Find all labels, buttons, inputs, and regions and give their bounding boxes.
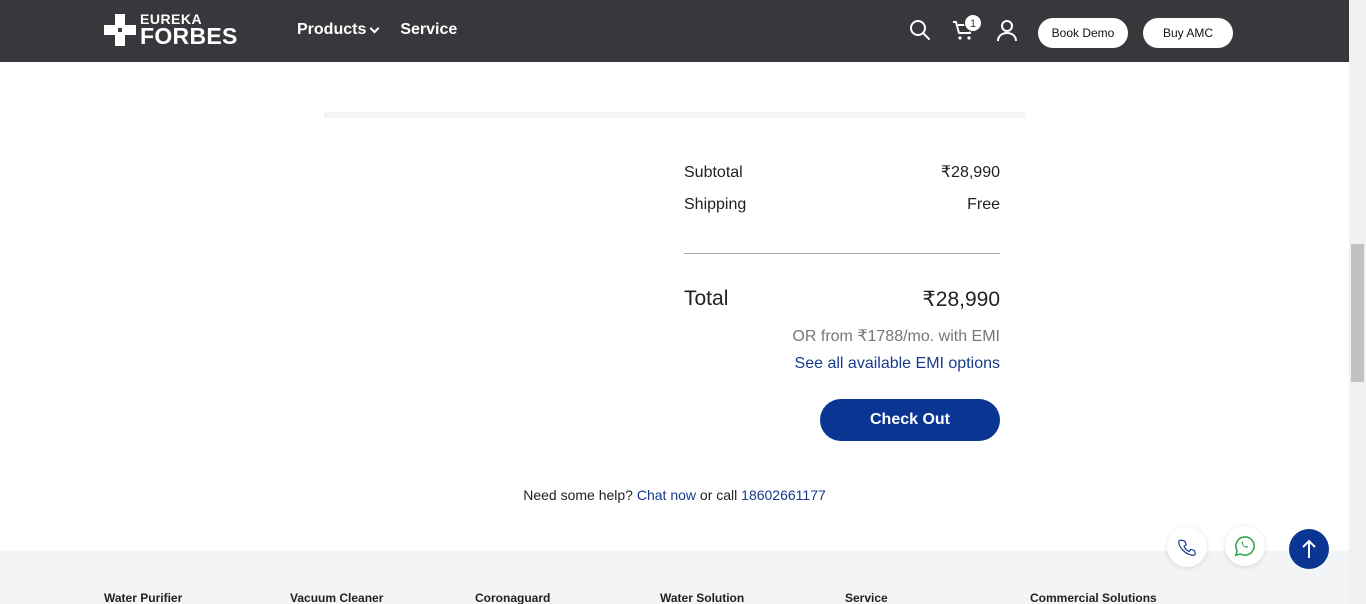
phone-number-link[interactable]: 18602661177 bbox=[741, 487, 826, 503]
arrow-up-icon bbox=[1302, 539, 1316, 558]
footer-col-water-solution[interactable]: Water Solution bbox=[660, 591, 744, 604]
checkout-button[interactable]: Check Out bbox=[820, 399, 1000, 441]
help-prefix: Need some help? bbox=[523, 487, 633, 503]
phone-call-button[interactable] bbox=[1167, 527, 1207, 567]
scroll-to-top-button[interactable] bbox=[1289, 529, 1329, 569]
scrollbar-thumb[interactable] bbox=[1351, 244, 1364, 382]
buy-amc-button[interactable]: Buy AMC bbox=[1143, 18, 1233, 48]
footer-col-service[interactable]: Service bbox=[845, 591, 888, 604]
cart-count-badge: 1 bbox=[964, 14, 982, 32]
logo-cross-icon bbox=[104, 14, 136, 46]
total-value: ₹28,990 bbox=[922, 288, 1000, 311]
help-line: Need some help? Chat now or call 1860266… bbox=[0, 487, 1349, 503]
phone-icon bbox=[1178, 539, 1196, 556]
summary-divider bbox=[684, 253, 1000, 254]
emi-text: OR from ₹1788/mo. with EMI bbox=[792, 328, 1000, 345]
nav-item-products[interactable]: Products bbox=[297, 21, 380, 39]
shipping-label: Shipping bbox=[684, 196, 747, 213]
chat-now-link[interactable]: Chat now bbox=[637, 487, 696, 503]
subtotal-label: Subtotal bbox=[684, 164, 743, 181]
site-header: EUREKA FORBES Products Service 1 Book De… bbox=[0, 0, 1349, 62]
subtotal-value: ₹28,990 bbox=[940, 164, 1000, 181]
main-nav: Products Service bbox=[297, 21, 457, 39]
section-divider bbox=[324, 112, 1025, 118]
total-row: Total ₹28,990 bbox=[684, 287, 1000, 312]
total-label: Total bbox=[684, 287, 729, 310]
order-summary: Subtotal ₹28,990 Shipping Free bbox=[684, 160, 1000, 224]
nav-item-service[interactable]: Service bbox=[400, 21, 457, 39]
eureka-forbes-logo[interactable]: EUREKA FORBES bbox=[104, 12, 238, 49]
footer-col-coronaguard[interactable]: Coronaguard bbox=[475, 591, 550, 604]
footer-col-water-purifier[interactable]: Water Purifier bbox=[104, 591, 182, 604]
nav-item-label: Service bbox=[400, 21, 458, 38]
whatsapp-icon bbox=[1234, 536, 1255, 557]
footer-col-vacuum-cleaner[interactable]: Vacuum Cleaner bbox=[290, 591, 383, 604]
help-middle: or call bbox=[699, 487, 738, 503]
whatsapp-button[interactable] bbox=[1225, 526, 1265, 566]
search-icon[interactable] bbox=[908, 18, 932, 42]
nav-item-label: Products bbox=[297, 21, 367, 38]
emi-options-link[interactable]: See all available EMI options bbox=[795, 355, 1000, 373]
user-icon[interactable] bbox=[995, 18, 1019, 42]
chevron-down-icon bbox=[369, 23, 380, 33]
shipping-row: Shipping Free bbox=[684, 192, 1000, 224]
logo-text-bottom: FORBES bbox=[140, 23, 238, 49]
book-demo-button[interactable]: Book Demo bbox=[1038, 18, 1128, 48]
shipping-value: Free bbox=[967, 196, 1000, 213]
subtotal-row: Subtotal ₹28,990 bbox=[684, 160, 1000, 192]
footer-col-commercial-solutions[interactable]: Commercial Solutions bbox=[1030, 591, 1157, 604]
